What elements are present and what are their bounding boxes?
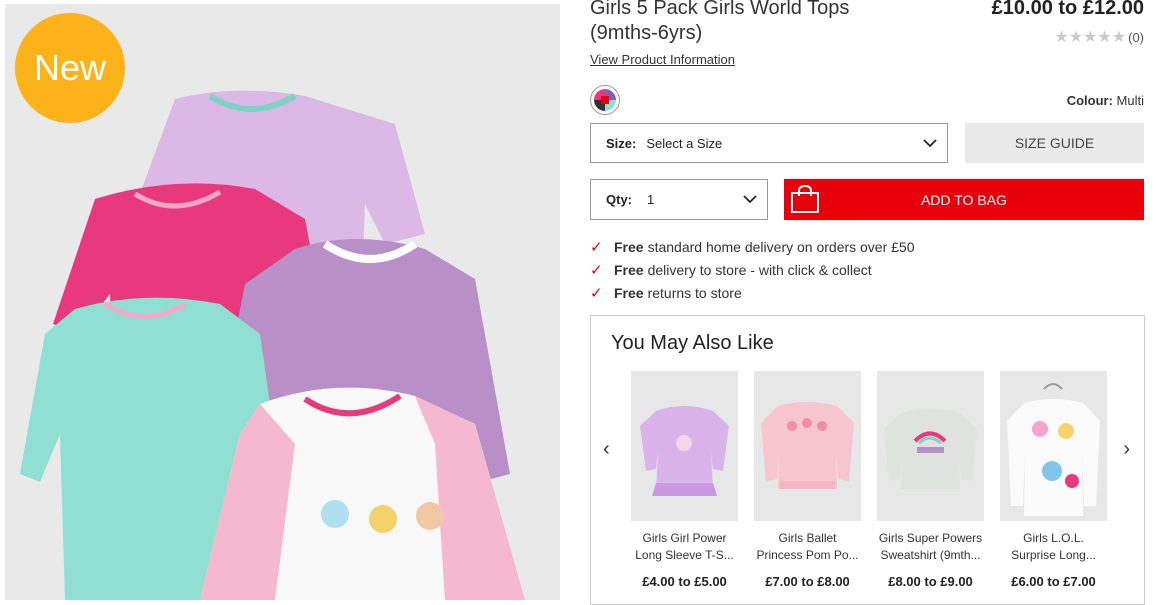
benefit-bold: Free [614, 238, 644, 255]
chevron-down-icon [743, 195, 757, 204]
product-name-line2: Princess Pom Po... [756, 548, 859, 562]
benefits-list: ✓ Free standard home delivery on orders … [590, 235, 915, 304]
product-price: £6.00 to £7.00 [1011, 574, 1096, 589]
product-thumbnail[interactable] [631, 371, 738, 521]
recommended-product[interactable]: Girls L.O.L. Surprise Long... £6.00 to £… [1000, 371, 1107, 589]
size-guide-button[interactable]: SIZE GUIDE [965, 123, 1144, 163]
product-title-line2: (9mths-6yrs) [590, 22, 703, 44]
colour-value: Multi [1116, 93, 1144, 108]
size-label: Size: [606, 135, 637, 151]
product-name-line1: Girls Super Powers [878, 531, 983, 545]
star-rating-icon: ★★★★★ [1054, 29, 1127, 46]
check-icon: ✓ [590, 238, 603, 256]
product-thumbnail[interactable] [754, 371, 861, 521]
product-name: Girls Super Powers Sweatshirt (9mth... [877, 530, 984, 566]
add-to-bag-button[interactable]: ADD TO BAG [784, 179, 1144, 220]
colour-label-key: Colour: [1066, 93, 1113, 108]
product-price: £7.00 to £8.00 [765, 574, 850, 589]
ymal-title: You May Also Like [611, 332, 774, 354]
qty-value: 1 [647, 192, 655, 207]
benefit-text: delivery to store - with click & collect [647, 261, 872, 278]
view-product-info-link[interactable]: View Product Information [590, 52, 735, 67]
product-price: £10.00 to £12.00 [991, 0, 1144, 19]
benefit-text: returns to store [647, 284, 742, 301]
product-name: Girls Girl Power Long Sleeve T-S... [631, 530, 738, 566]
you-may-also-like: You May Also Like ‹ › Girls Girl Power L… [590, 315, 1145, 605]
add-to-bag-label: ADD TO BAG [921, 191, 1007, 208]
shopping-bag-icon [791, 184, 819, 213]
recommended-product[interactable]: Girls Girl Power Long Sleeve T-S... £4.0… [631, 371, 738, 589]
check-icon: ✓ [590, 284, 603, 302]
benefit-item: ✓ Free returns to store [590, 281, 915, 304]
quantity-select[interactable]: Qty: 1 [590, 179, 768, 220]
product-price: £4.00 to £5.00 [642, 574, 727, 589]
product-title: Girls 5 Pack Girls World Tops (9mths-6yr… [590, 0, 970, 46]
product-name-line1: Girls L.O.L. [1023, 531, 1084, 545]
recommended-product[interactable]: Girls Ballet Princess Pom Po... £7.00 to… [754, 371, 861, 589]
colour-label: Colour: Multi [1067, 93, 1144, 108]
product-name-line1: Girls Girl Power [642, 531, 727, 545]
new-badge: New [15, 13, 125, 123]
product-name-line2: Surprise Long... [1011, 548, 1096, 562]
multi-colour-icon [594, 89, 616, 111]
rating-count: (0) [1128, 29, 1144, 45]
product-title-line1: Girls 5 Pack Girls World Tops [590, 0, 850, 19]
benefit-bold: Free [614, 261, 644, 278]
product-name: Girls Ballet Princess Pom Po... [754, 530, 861, 566]
product-name-line2: Sweatshirt (9mth... [880, 548, 981, 562]
product-price: £8.00 to £9.00 [888, 574, 973, 589]
check-icon: ✓ [590, 261, 603, 279]
colour-swatch-multi[interactable] [590, 85, 620, 115]
carousel-prev-icon[interactable]: ‹ [603, 438, 610, 461]
benefit-item: ✓ Free standard home delivery on orders … [590, 235, 915, 258]
product-thumbnail[interactable] [1000, 371, 1107, 521]
rating[interactable]: ★★★★★ (0) [1054, 27, 1144, 47]
size-value: Select a Size [646, 135, 723, 151]
product-thumbnail[interactable] [877, 371, 984, 521]
product-name-line2: Long Sleeve T-S... [635, 548, 734, 562]
benefit-item: ✓ Free delivery to store - with click & … [590, 258, 915, 281]
benefit-text: standard home delivery on orders over £5… [647, 238, 915, 255]
product-carousel: Girls Girl Power Long Sleeve T-S... £4.0… [631, 371, 1107, 589]
carousel-next-icon[interactable]: › [1123, 438, 1130, 461]
qty-label: Qty: [606, 192, 632, 207]
chevron-down-icon [923, 139, 937, 148]
product-name: Girls L.O.L. Surprise Long... [1000, 530, 1107, 566]
size-select[interactable]: Size: Select a Size [590, 123, 948, 163]
product-main-image[interactable]: New [5, 4, 560, 600]
recommended-product[interactable]: Girls Super Powers Sweatshirt (9mth... £… [877, 371, 984, 589]
benefit-bold: Free [614, 284, 644, 301]
product-name-line1: Girls Ballet [778, 531, 837, 545]
